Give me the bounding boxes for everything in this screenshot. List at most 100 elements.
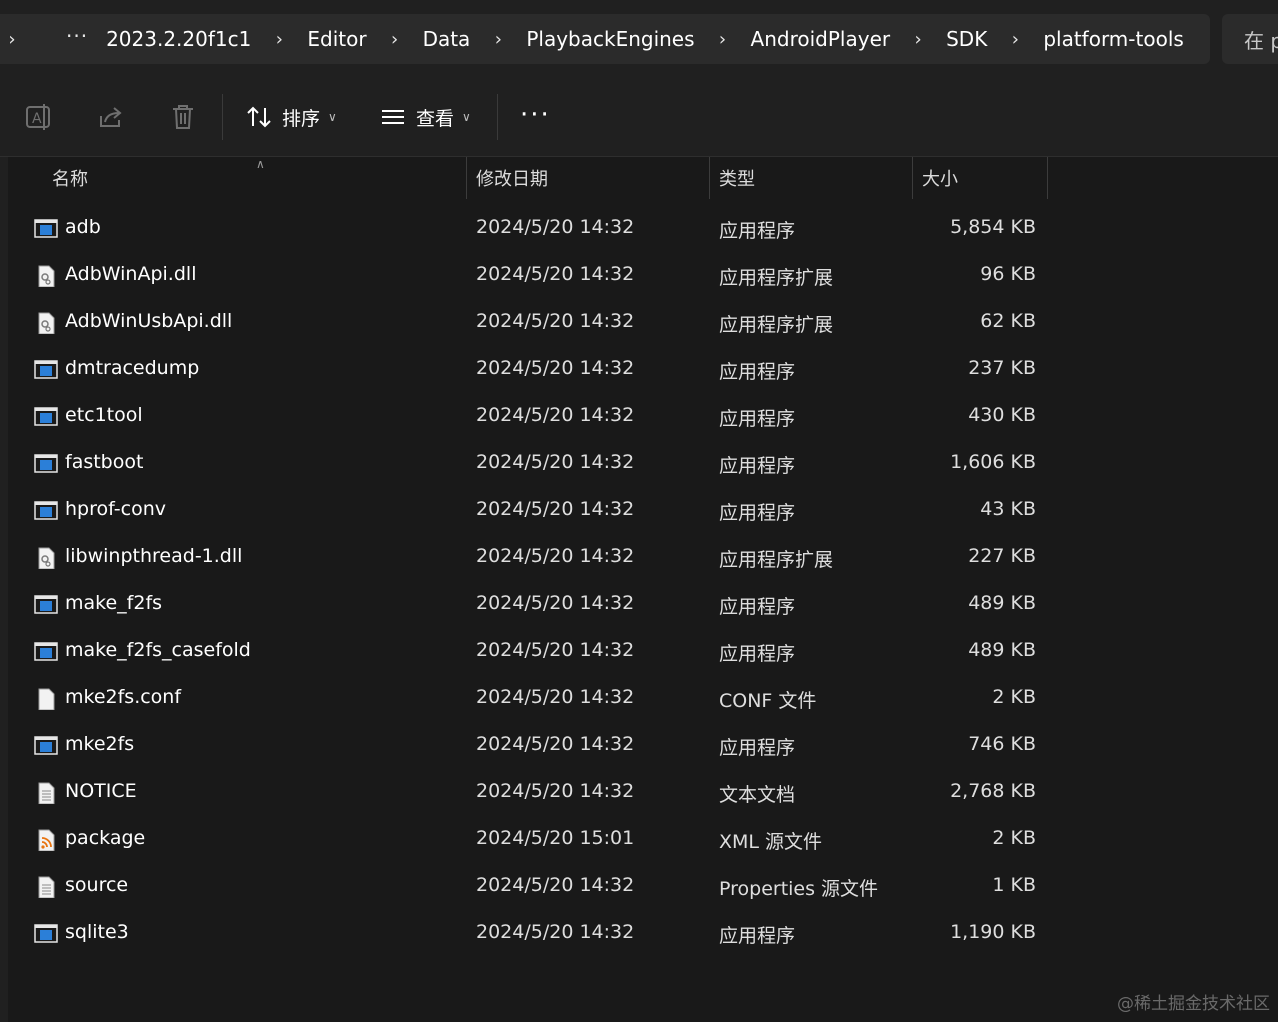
file-size: 5,854 KB <box>950 216 1036 238</box>
file-row[interactable]: AdbWinUsbApi.dll 2024/5/20 14:32 应用程序扩展 62 … <box>8 299 1048 346</box>
file-type: 应用程序 <box>719 502 796 524</box>
svg-text:A: A <box>32 111 42 127</box>
file-type: Properties 源文件 <box>719 878 879 900</box>
chevron-right-icon[interactable]: › <box>908 29 928 50</box>
file-size: 746 KB <box>968 733 1036 755</box>
sort-ascending-icon: ∧ <box>256 157 265 171</box>
file-type: 应用程序扩展 <box>719 314 834 336</box>
breadcrumb-item[interactable]: Data <box>417 27 477 51</box>
chevron-down-icon: ∨ <box>462 110 471 124</box>
file-row[interactable]: mke2fs 2024/5/20 14:32 应用程序 746 KB <box>8 722 1048 769</box>
breadcrumb-item[interactable]: AndroidPlayer <box>745 27 897 51</box>
file-date: 2024/5/20 14:32 <box>476 310 635 332</box>
file-name: hprof-conv <box>65 498 166 520</box>
file-date: 2024/5/20 14:32 <box>476 921 635 943</box>
column-header-type[interactable]: 类型 <box>719 157 755 199</box>
delete-icon[interactable] <box>168 102 198 132</box>
xml-file-icon <box>38 829 55 851</box>
file-date: 2024/5/20 14:32 <box>476 357 635 379</box>
file-row[interactable]: mke2fs.conf 2024/5/20 14:32 CONF 文件 2 KB <box>8 675 1048 722</box>
rename-icon[interactable]: A <box>24 102 54 132</box>
file-row[interactable]: libwinpthread-1.dll 2024/5/20 14:32 应用程序扩展… <box>8 534 1048 581</box>
file-name: mke2fs <box>65 733 135 755</box>
file-size: 1,606 KB <box>950 451 1036 473</box>
file-date: 2024/5/20 14:32 <box>476 874 635 896</box>
file-date: 2024/5/20 15:01 <box>476 827 635 849</box>
column-header-size[interactable]: 大小 <box>922 157 958 199</box>
search-input[interactable]: 在 p <box>1222 14 1278 64</box>
file-row[interactable]: dmtracedump 2024/5/20 14:32 应用程序 237 KB <box>8 346 1048 393</box>
toolbar-divider <box>222 94 223 140</box>
file-date: 2024/5/20 14:32 <box>476 733 635 755</box>
file-row[interactable]: hprof-conv 2024/5/20 14:32 应用程序 43 KB <box>8 487 1048 534</box>
file-date: 2024/5/20 14:32 <box>476 263 635 285</box>
file-name: AdbWinApi.dll <box>65 263 197 285</box>
breadcrumb-item[interactable]: 2023.2.20f1c1 <box>100 27 257 51</box>
breadcrumb-item[interactable]: PlaybackEngines <box>520 27 700 51</box>
sort-button[interactable]: 排序 ∨ <box>246 98 337 136</box>
file-row[interactable]: AdbWinApi.dll 2024/5/20 14:32 应用程序扩展 96 KB <box>8 252 1048 299</box>
file-type: 应用程序 <box>719 361 796 383</box>
chevron-right-icon[interactable]: › <box>1005 29 1025 50</box>
column-resize-handle[interactable] <box>466 157 467 199</box>
file-size: 1,190 KB <box>950 921 1036 943</box>
file-size: 62 KB <box>980 310 1036 332</box>
application-icon <box>34 736 58 755</box>
file-type: 应用程序 <box>719 737 796 759</box>
more-options-button[interactable]: ··· <box>520 100 551 130</box>
breadcrumb-item[interactable]: Editor <box>301 27 372 51</box>
breadcrumb-item[interactable]: SDK <box>940 27 993 51</box>
file-name: libwinpthread-1.dll <box>65 545 243 567</box>
file-date: 2024/5/20 14:32 <box>476 639 635 661</box>
address-bar-row: › ··· 2023.2.20f1c1 › Editor › Data › Playback… <box>0 0 1278 78</box>
file-name: mke2fs.conf <box>65 686 182 708</box>
file-row[interactable]: etc1tool 2024/5/20 14:32 应用程序 430 KB <box>8 393 1048 440</box>
text-document-icon <box>38 782 55 804</box>
file-type: 应用程序 <box>719 220 796 242</box>
file-row[interactable]: make_f2fs_casefold 2024/5/20 14:32 应用程序 489… <box>8 628 1048 675</box>
column-resize-handle[interactable] <box>1047 157 1048 199</box>
chevron-right-icon[interactable]: › <box>269 29 289 50</box>
chevron-right-icon[interactable]: › <box>385 29 405 50</box>
column-resize-handle[interactable] <box>912 157 913 199</box>
file-name: package <box>65 827 146 849</box>
share-icon[interactable] <box>96 102 126 132</box>
chevron-down-icon: ∨ <box>328 110 337 124</box>
file-name: make_f2fs_casefold <box>65 639 251 661</box>
file-row[interactable]: NOTICE 2024/5/20 14:32 文本文档 2,768 KB <box>8 769 1048 816</box>
file-type: 应用程序 <box>719 596 796 618</box>
breadcrumb-item[interactable]: platform-tools <box>1037 27 1190 51</box>
file-name: NOTICE <box>65 780 137 802</box>
file-type: 应用程序扩展 <box>719 267 834 289</box>
file-list: adb 2024/5/20 14:32 应用程序 5,854 KB AdbWinApi.… <box>8 205 1048 957</box>
file-row[interactable]: adb 2024/5/20 14:32 应用程序 5,854 KB <box>8 205 1048 252</box>
chevron-right-icon[interactable]: › <box>488 29 508 50</box>
file-row[interactable]: sqlite3 2024/5/20 14:32 应用程序 1,190 KB <box>8 910 1048 957</box>
file-size: 96 KB <box>980 263 1036 285</box>
file-type: 文本文档 <box>719 784 796 806</box>
command-toolbar: A 排序 ∨ 查看 ∨ ··· <box>0 78 1278 157</box>
file-date: 2024/5/20 14:32 <box>476 404 635 426</box>
chevron-right-icon[interactable]: › <box>713 29 733 50</box>
file-row[interactable]: source 2024/5/20 14:32 Properties 源文件 1 KB <box>8 863 1048 910</box>
column-header-date[interactable]: 修改日期 <box>476 157 548 199</box>
view-button[interactable]: 查看 ∨ <box>380 98 471 136</box>
file-size: 2 KB <box>992 827 1036 849</box>
breadcrumb-overflow-button[interactable]: ··· <box>66 24 88 48</box>
file-size: 1 KB <box>992 874 1036 896</box>
sort-icon <box>247 106 271 128</box>
application-icon <box>34 501 58 520</box>
file-row[interactable]: fastboot 2024/5/20 14:32 应用程序 1,606 KB <box>8 440 1048 487</box>
file-row[interactable]: make_f2fs 2024/5/20 14:32 应用程序 489 KB <box>8 581 1048 628</box>
watermark: @稀土掘金技术社区 <box>1117 994 1270 1014</box>
chevron-right-icon[interactable]: › <box>2 29 22 50</box>
file-size: 237 KB <box>968 357 1036 379</box>
file-date: 2024/5/20 14:32 <box>476 686 635 708</box>
file-row[interactable]: package 2024/5/20 15:01 XML 源文件 2 KB <box>8 816 1048 863</box>
column-resize-handle[interactable] <box>709 157 710 199</box>
file-size: 43 KB <box>980 498 1036 520</box>
column-header-name[interactable]: 名称 <box>52 157 88 199</box>
file-date: 2024/5/20 14:32 <box>476 498 635 520</box>
file-name: etc1tool <box>65 404 143 426</box>
breadcrumb[interactable]: › ··· 2023.2.20f1c1 › Editor › Data › Playback… <box>0 14 1210 64</box>
